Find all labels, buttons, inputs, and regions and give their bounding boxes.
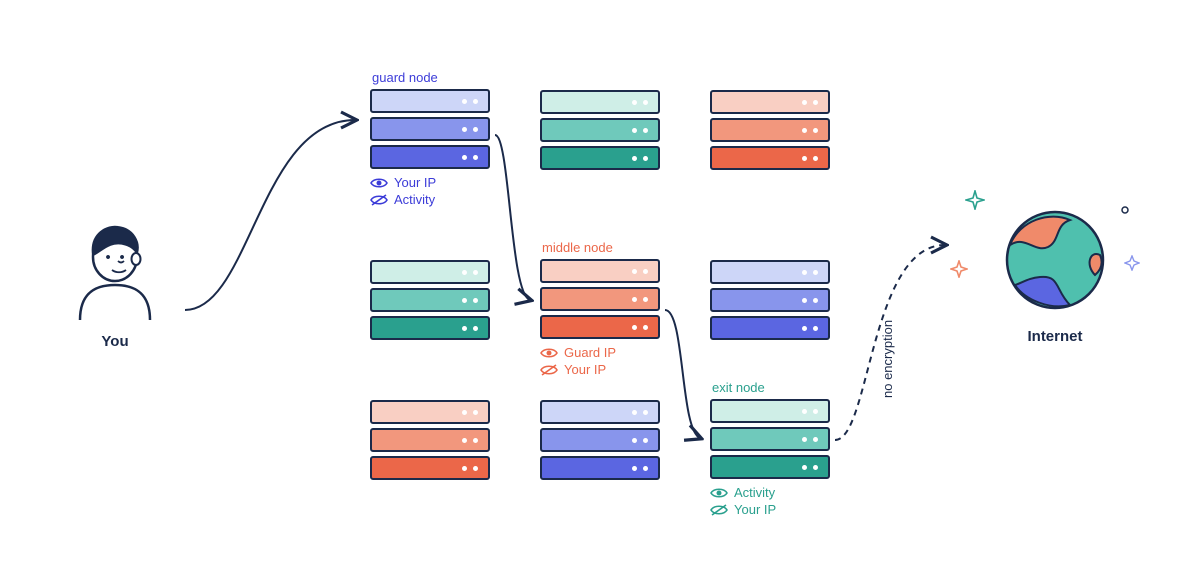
visible-row: Guard IP: [540, 345, 660, 360]
person-icon: [60, 215, 170, 325]
globe-icon: [1000, 205, 1110, 315]
eye-slash-icon: [540, 363, 558, 377]
sparkle-icon: [950, 260, 968, 278]
server-unit: [540, 400, 660, 424]
guard-visibility: Your IP Activity: [370, 175, 490, 207]
server-unit: [540, 428, 660, 452]
server-unit: [370, 316, 490, 340]
guard-node-stack: guard node Your IP Activity: [370, 70, 490, 207]
server-stack: [710, 90, 830, 174]
server-unit: [370, 400, 490, 424]
hidden-label: Your IP: [564, 362, 606, 377]
hidden-row: Activity: [370, 192, 490, 207]
server-unit: [370, 260, 490, 284]
server-stack: [370, 260, 490, 344]
sparkle-icon: [1124, 255, 1140, 271]
hidden-row: Your IP: [540, 362, 660, 377]
middle-node-stack: middle node Guard IP Your IP: [540, 240, 660, 377]
internet-illustration: Internet: [985, 205, 1125, 345]
guard-node-title: guard node: [370, 70, 490, 85]
server-unit: [370, 428, 490, 452]
server-unit: [370, 89, 490, 113]
middle-node-title: middle node: [540, 240, 660, 255]
hidden-row: Your IP: [710, 502, 830, 517]
server-unit: [370, 456, 490, 480]
hidden-label: Your IP: [734, 502, 776, 517]
server-unit: [370, 288, 490, 312]
user-label: You: [55, 333, 175, 350]
visible-row: Your IP: [370, 175, 490, 190]
server-unit: [710, 260, 830, 284]
eye-icon: [710, 486, 728, 500]
internet-label: Internet: [985, 328, 1125, 345]
exit-visibility: Activity Your IP: [710, 485, 830, 517]
server-unit: [710, 455, 830, 479]
server-unit: [370, 145, 490, 169]
server-unit: [710, 118, 830, 142]
eye-slash-icon: [710, 503, 728, 517]
sparkle-icon: [1120, 205, 1130, 215]
server-stack: [540, 400, 660, 484]
hidden-label: Activity: [394, 192, 435, 207]
server-unit: [370, 117, 490, 141]
exit-node-stack: exit node Activity Your IP: [710, 380, 830, 517]
server-unit: [710, 427, 830, 451]
sparkle-icon: [965, 190, 985, 210]
server-unit: [710, 146, 830, 170]
server-stack: [370, 400, 490, 484]
eye-slash-icon: [370, 193, 388, 207]
server-unit: [540, 287, 660, 311]
exit-node-title: exit node: [710, 380, 830, 395]
no-encryption-label: no encryption: [880, 320, 895, 398]
server-unit: [540, 315, 660, 339]
server-unit: [540, 456, 660, 480]
middle-visibility: Guard IP Your IP: [540, 345, 660, 377]
server-unit: [540, 259, 660, 283]
visible-label: Activity: [734, 485, 775, 500]
user-illustration: You: [55, 215, 175, 350]
eye-icon: [370, 176, 388, 190]
server-unit: [710, 90, 830, 114]
server-stack: [540, 90, 660, 174]
server-unit: [540, 90, 660, 114]
server-stack: [710, 260, 830, 344]
visible-label: Your IP: [394, 175, 436, 190]
visible-label: Guard IP: [564, 345, 616, 360]
server-unit: [540, 146, 660, 170]
server-unit: [710, 316, 830, 340]
server-unit: [540, 118, 660, 142]
visible-row: Activity: [710, 485, 830, 500]
server-unit: [710, 288, 830, 312]
eye-icon: [540, 346, 558, 360]
server-unit: [710, 399, 830, 423]
